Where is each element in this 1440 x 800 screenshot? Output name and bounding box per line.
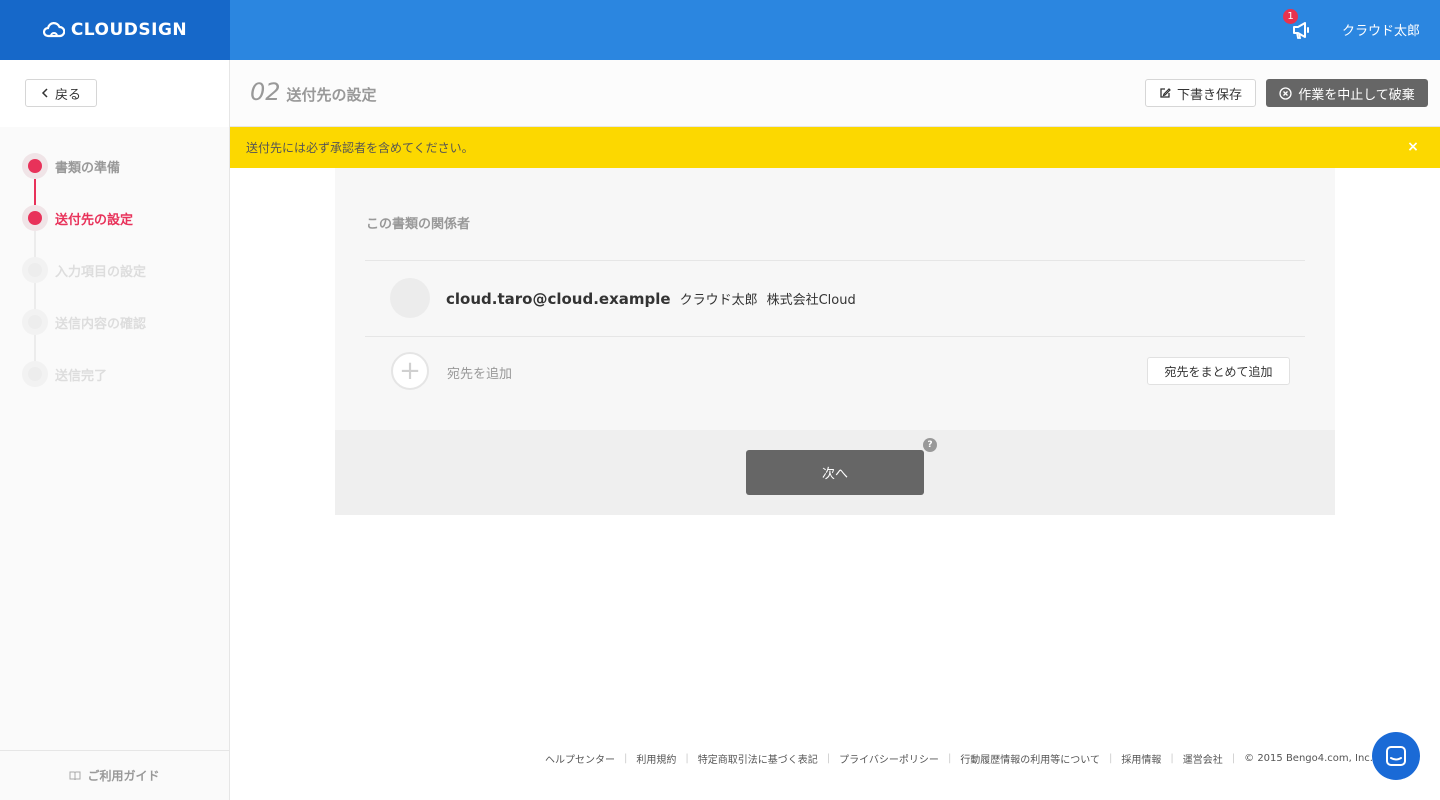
abort-label: 作業を中止して破棄 — [1298, 87, 1415, 103]
logo-text: CLOUDSIGN — [70, 20, 188, 40]
step-label: 入力項目の設定 — [55, 264, 147, 280]
step-dot — [22, 361, 48, 387]
sidebar: 書類の準備 送付先の設定 入力項目の設定 送信内容の確認 送信完了 ご利用ガイド — [0, 127, 230, 800]
page-footer: ヘルプセンター | 利用規約 | 特定商取引法に基づく表記 | プライバシーポリ… — [545, 751, 1373, 766]
footer-separator: | — [826, 753, 831, 764]
step-dot — [22, 205, 48, 231]
step-label: 書類の準備 — [55, 160, 121, 176]
recipient-email: cloud.taro@cloud.example — [446, 290, 671, 308]
footer-separator: | — [947, 753, 952, 764]
step-label: 送信内容の確認 — [55, 316, 147, 332]
add-recipient-label[interactable]: 宛先を追加 — [447, 363, 512, 382]
step-dot — [22, 309, 48, 335]
divider — [365, 336, 1305, 337]
card-footer: 次へ ? — [335, 430, 1335, 515]
step-label: 送付先の設定 — [55, 212, 134, 228]
plus-icon: + — [399, 356, 421, 386]
step-number: 02 — [250, 78, 281, 106]
divider — [365, 260, 1305, 261]
step-title: 送付先の設定 — [286, 86, 377, 104]
footer-separator: | — [685, 753, 689, 764]
notification-button[interactable]: 1 — [1283, 9, 1314, 42]
chevron-left-icon — [41, 88, 48, 98]
step-item-prepare: 書類の準備 — [22, 153, 120, 179]
warning-alert: 送付先には必ず承認者を含めてください。 × — [230, 127, 1440, 168]
footer-link-company[interactable]: 運営会社 — [1183, 751, 1223, 766]
top-header: CLOUDSIGN 1 クラウド太郎 — [0, 0, 1440, 60]
user-guide-link[interactable]: ご利用ガイド — [0, 750, 229, 800]
help-icon[interactable]: ? — [923, 438, 937, 452]
sub-header: 戻る 02 送付先の設定 下書き保存 作業を中止して破棄 — [0, 60, 1440, 127]
cloud-logo-icon — [42, 22, 65, 38]
chat-icon — [1386, 746, 1406, 766]
footer-link-help[interactable]: ヘルプセンター — [545, 751, 615, 766]
step-connector — [34, 179, 36, 205]
step-label: 送信完了 — [55, 368, 108, 384]
abort-button[interactable]: 作業を中止して破棄 — [1266, 79, 1428, 107]
avatar — [390, 278, 430, 318]
back-button-label: 戻る — [54, 87, 81, 103]
recipient-name: クラウド太郎 — [679, 293, 758, 308]
footer-separator: | — [1231, 753, 1236, 764]
step-item-complete: 送信完了 — [22, 361, 107, 387]
page-title: 02 送付先の設定 — [250, 78, 377, 106]
step-item-confirm: 送信内容の確認 — [22, 309, 146, 335]
close-icon[interactable]: × — [1406, 140, 1420, 154]
step-connector — [34, 335, 36, 361]
footer-link-terms[interactable]: 利用規約 — [636, 751, 676, 766]
save-draft-button[interactable]: 下書き保存 — [1145, 79, 1256, 107]
sub-header-left: 戻る — [0, 60, 230, 127]
user-guide-label: ご利用ガイド — [87, 769, 160, 783]
recipient-row[interactable]: cloud.taro@cloud.example クラウド太郎 株式会社Clou… — [446, 289, 856, 308]
recipient-company: 株式会社Cloud — [766, 293, 856, 308]
copyright: © 2015 Bengo4.com, Inc. — [1244, 753, 1373, 764]
footer-separator: | — [1170, 753, 1174, 764]
step-dot — [22, 257, 48, 283]
logo[interactable]: CLOUDSIGN — [0, 0, 230, 60]
close-circle-icon — [1279, 86, 1292, 100]
alert-message: 送付先には必ず承認者を含めてください。 — [246, 141, 474, 155]
footer-separator: | — [624, 753, 628, 764]
notification-badge: 1 — [1283, 9, 1298, 24]
step-dot — [22, 153, 48, 179]
card-title: この書類の関係者 — [366, 217, 471, 232]
edit-icon — [1160, 88, 1171, 98]
next-button[interactable]: 次へ — [746, 450, 924, 495]
save-draft-label: 下書き保存 — [1176, 87, 1242, 103]
book-icon — [69, 771, 81, 780]
footer-link-careers[interactable]: 採用情報 — [1121, 751, 1161, 766]
recipients-card: この書類の関係者 cloud.taro@cloud.example クラウド太郎… — [335, 168, 1335, 515]
chat-button[interactable] — [1372, 732, 1420, 780]
bulk-add-button[interactable]: 宛先をまとめて追加 — [1147, 357, 1290, 385]
step-connector — [34, 231, 36, 257]
step-item-recipients: 送付先の設定 — [22, 205, 133, 231]
footer-link-commerce[interactable]: 特定商取引法に基づく表記 — [698, 751, 818, 766]
footer-separator: | — [1109, 753, 1113, 764]
footer-link-privacy[interactable]: プライバシーポリシー — [839, 751, 939, 766]
user-menu[interactable]: クラウド太郎 — [1342, 20, 1420, 39]
back-button[interactable]: 戻る — [25, 79, 97, 107]
step-item-fields: 入力項目の設定 — [22, 257, 146, 283]
add-recipient-button[interactable]: + — [391, 352, 429, 390]
footer-link-behavior[interactable]: 行動履歴情報の利用等について — [960, 751, 1100, 766]
step-connector — [34, 283, 36, 309]
